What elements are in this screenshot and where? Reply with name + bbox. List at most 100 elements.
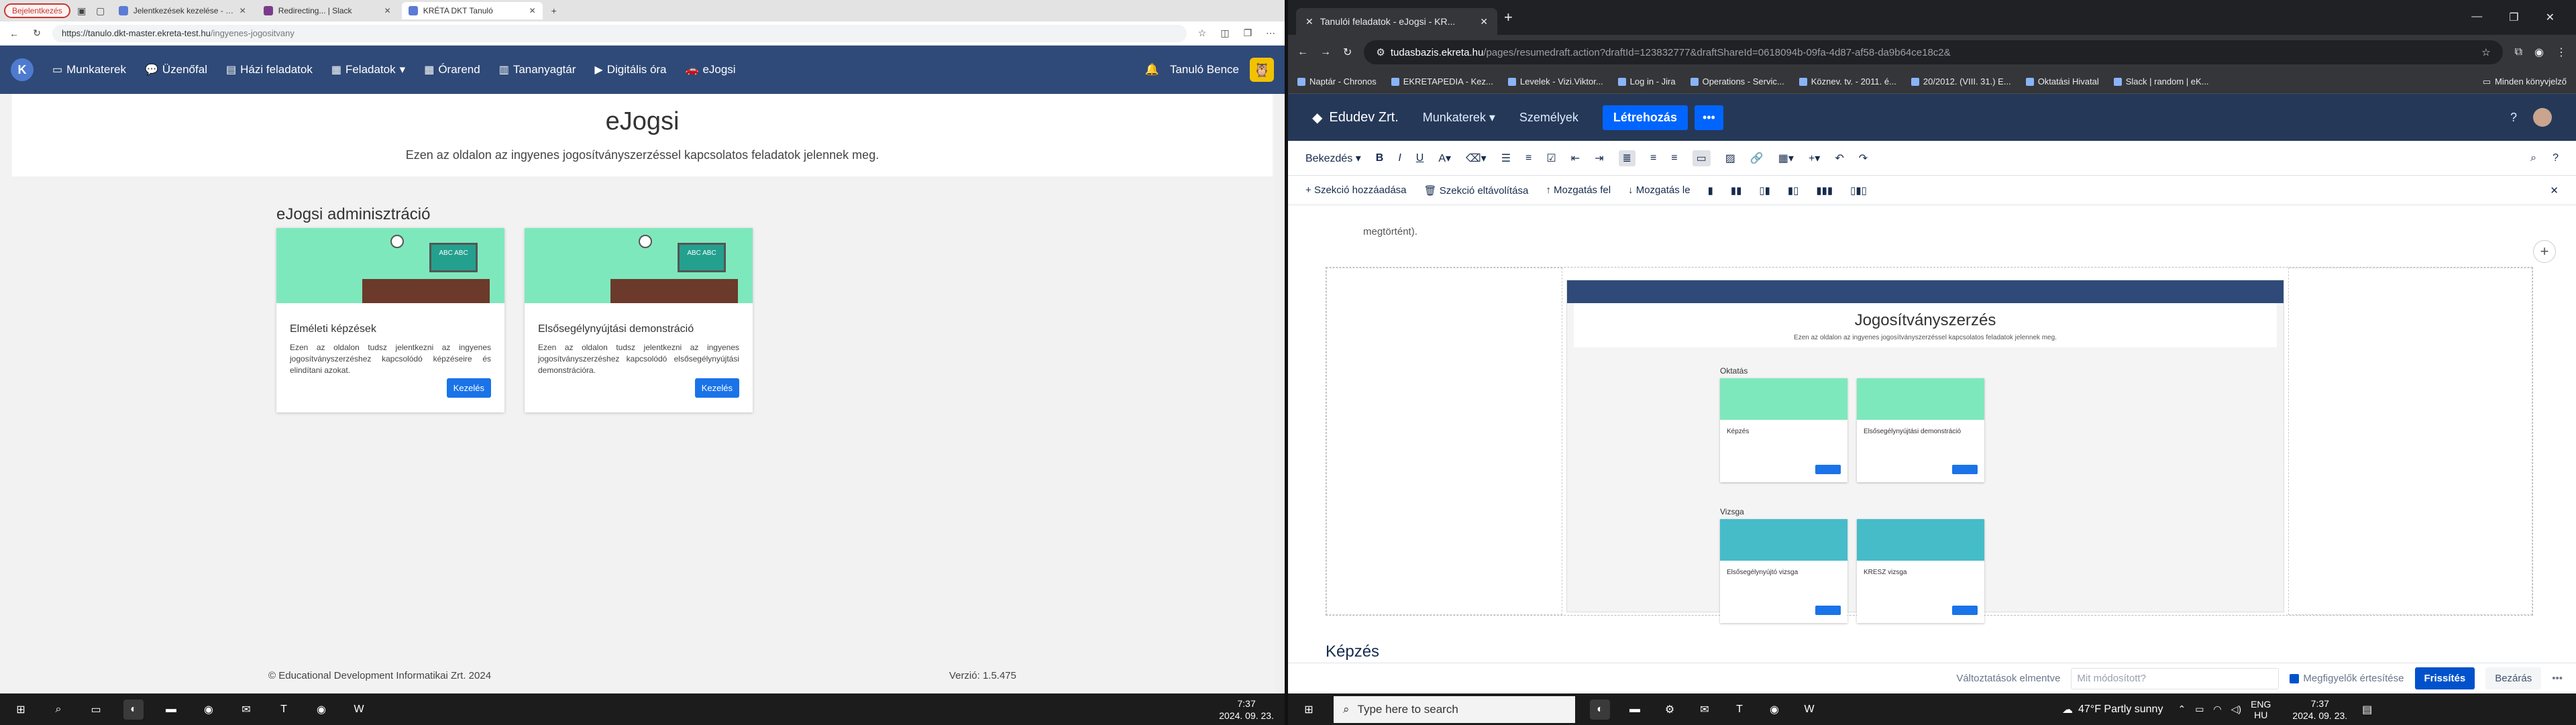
reload-icon[interactable]: ↻ <box>30 26 44 41</box>
split-screen-icon[interactable]: ◫ <box>1218 26 1232 41</box>
task-list-icon[interactable]: ☑ <box>1546 152 1556 165</box>
tab-kreta-tanulo[interactable]: KRÉTA DKT Tanuló ✕ <box>401 2 543 19</box>
more-icon[interactable]: ⋯ <box>1263 26 1278 41</box>
image-icon[interactable]: ▨ <box>1725 152 1735 165</box>
kreta-logo[interactable]: K <box>11 58 34 81</box>
editor-area[interactable]: megtörtént). + Jogosítványszerzés Ezen a… <box>1288 226 2576 693</box>
help-icon[interactable]: ? <box>2553 152 2559 164</box>
chrome-icon[interactable]: ◉ <box>1764 700 1784 720</box>
url-input[interactable]: ⚙ tudasbazis.ekreta.hu/pages/resumedraft.… <box>1364 40 2503 64</box>
profile-icon[interactable]: ◉ <box>2534 46 2544 59</box>
collections-icon[interactable]: ❐ <box>1240 26 1255 41</box>
outdent-icon[interactable]: ⇤ <box>1571 152 1580 165</box>
move-up-button[interactable]: ↑ Mozgatás fel <box>1546 184 1611 196</box>
tab-slack[interactable]: Redirecting... | Slack ✕ <box>257 2 398 19</box>
avatar[interactable] <box>2533 108 2552 127</box>
edge-icon[interactable]: ◐ <box>1590 699 1610 720</box>
bookmark-item[interactable]: 20/2012. (VIII. 31.) E... <box>1911 76 2011 87</box>
bookmark-item[interactable]: Naptár - Chronos <box>1297 76 1377 87</box>
star-icon[interactable]: ☆ <box>2481 46 2490 58</box>
chrome-icon[interactable]: ◉ <box>199 700 219 720</box>
explorer-icon[interactable]: ▬ <box>1625 700 1645 720</box>
teams-icon[interactable]: T <box>1729 700 1750 720</box>
extensions-icon[interactable]: ⧉ <box>2515 46 2522 58</box>
close-icon[interactable]: ✕ <box>1480 16 1488 27</box>
bold-icon[interactable]: B <box>1376 152 1384 164</box>
site-info-icon[interactable]: ⚙ <box>1376 46 1385 58</box>
link-icon[interactable]: 🔗 <box>1750 152 1764 165</box>
close-button[interactable]: Bezárás <box>2485 667 2542 689</box>
embedded-screenshot[interactable]: Jogosítványszerzés Ezen az oldalon az in… <box>1566 280 2284 623</box>
nav-hazi-feladatok[interactable]: ▤ Házi feladatok <box>226 63 313 76</box>
task-view-icon[interactable]: ▭ <box>86 700 106 720</box>
align-left-icon[interactable]: ≣ <box>1618 150 1635 166</box>
kezeles-button[interactable]: Kezelés <box>446 378 491 398</box>
start-icon[interactable]: ⊞ <box>11 700 31 720</box>
minimize-icon[interactable]: — <box>2471 11 2482 24</box>
help-icon[interactable]: ? <box>2510 111 2517 125</box>
new-tab-icon[interactable]: + <box>1504 9 1513 26</box>
user-name[interactable]: Tanuló Bence <box>1170 63 1239 76</box>
change-comment-input[interactable]: Mit módosított? <box>2071 667 2279 689</box>
insert-icon[interactable]: +▾ <box>1809 152 1820 165</box>
tab-tanuloi-feladatok[interactable]: ✕ Tanulói feladatok - eJogsi - KR... ✕ <box>1296 8 1497 35</box>
back-icon[interactable]: ← <box>7 26 21 41</box>
bookmark-item[interactable]: Oktatási Hivatal <box>2025 76 2099 87</box>
table-icon[interactable]: ▦▾ <box>1778 152 1794 165</box>
move-down-button[interactable]: ↓ Mozgatás le <box>1628 184 1690 196</box>
network-icon[interactable]: ◠ <box>2213 704 2221 715</box>
layout-3col-icon[interactable]: ▮▮▮ <box>1816 184 1833 197</box>
word-icon[interactable]: W <box>349 700 369 720</box>
remove-section-button[interactable]: 🗑 Szekció eltávolítása <box>1424 184 1529 197</box>
outlook-icon[interactable]: ✉ <box>1695 700 1715 720</box>
tab-actions-icon[interactable]: ▢ <box>93 3 108 18</box>
layout-column[interactable] <box>2288 268 2532 615</box>
nav-orarend[interactable]: ▦ Órarend <box>424 63 480 76</box>
layout-right-sidebar-icon[interactable]: ▮▯ <box>1788 184 1799 197</box>
search-icon[interactable]: ⌕ <box>2530 152 2536 164</box>
add-icon[interactable]: + <box>2533 240 2556 263</box>
align-center-icon[interactable]: ≡ <box>1650 152 1656 164</box>
bullet-list-icon[interactable]: ☰ <box>1501 152 1511 165</box>
redo-icon[interactable]: ↷ <box>1859 152 1868 165</box>
url-input[interactable]: https://tanulo.dkt-master.ekreta-test.hu… <box>52 24 1187 42</box>
more-options-button[interactable]: ••• <box>2552 673 2563 684</box>
page-layout-icon[interactable]: ▭ <box>1692 150 1711 166</box>
search-icon[interactable]: ⌕ <box>48 700 68 720</box>
reload-icon[interactable]: ↻ <box>1343 46 1352 59</box>
nav-uzenofal[interactable]: 💬 Üzenőfal <box>145 63 207 76</box>
layout-1col-icon[interactable]: ▮ <box>1708 184 1713 197</box>
layout-left-sidebar-icon[interactable]: ▯▮ <box>1759 184 1770 197</box>
italic-icon[interactable]: I <box>1398 152 1401 164</box>
volume-icon[interactable]: ◁) <box>2231 704 2241 715</box>
close-window-icon[interactable]: ✕ <box>2546 11 2555 24</box>
nav-digitalis-ora[interactable]: ▶ Digitális óra <box>594 63 666 76</box>
word-icon[interactable]: W <box>1799 700 1819 720</box>
taskbar-search-input[interactable]: ⌕ Type here to search <box>1334 695 1575 723</box>
teams-icon[interactable]: T <box>274 700 294 720</box>
chevron-up-icon[interactable]: ⌃ <box>2178 704 2186 715</box>
maximize-icon[interactable]: ❐ <box>2509 11 2518 24</box>
nav-tananyagtar[interactable]: ▥ Tananyagtár <box>499 63 576 76</box>
close-icon[interactable]: ✕ <box>384 6 391 15</box>
indent-icon[interactable]: ⇥ <box>1595 152 1603 165</box>
weather-widget[interactable]: ☁ 47°F Partly sunny <box>2062 703 2163 716</box>
workspaces-icon[interactable]: ▣ <box>74 3 89 18</box>
bookmark-item[interactable]: EKRETAPEDIA - Kez... <box>1391 76 1493 87</box>
other-bookmarks[interactable]: ▭ Minden könyvjelző <box>2483 76 2567 87</box>
underline-icon[interactable]: U <box>1416 152 1424 164</box>
favorites-icon[interactable]: ☆ <box>1195 26 1210 41</box>
language-indicator[interactable]: ENG HU <box>2251 699 2271 720</box>
owl-avatar[interactable]: 🦉 <box>1250 58 1274 82</box>
bookmark-item[interactable]: Slack | random | eK... <box>2113 76 2209 87</box>
new-tab-icon[interactable]: + <box>547 3 561 18</box>
paragraph-style-select[interactable]: Bekezdés ▾ <box>1305 152 1361 165</box>
text-color-icon[interactable]: A▾ <box>1438 152 1451 165</box>
edge-icon[interactable]: ◐ <box>123 699 144 720</box>
taskbar-clock[interactable]: 7:37 2024. 09. 23. <box>2292 698 2347 722</box>
align-right-icon[interactable]: ≡ <box>1671 152 1677 164</box>
layout-column[interactable] <box>1326 268 1562 615</box>
close-icon[interactable]: ✕ <box>2550 184 2559 197</box>
update-button[interactable]: Frissítés <box>2414 667 2475 689</box>
nav-munkaterek[interactable]: ▭ Munkaterek <box>52 63 126 76</box>
